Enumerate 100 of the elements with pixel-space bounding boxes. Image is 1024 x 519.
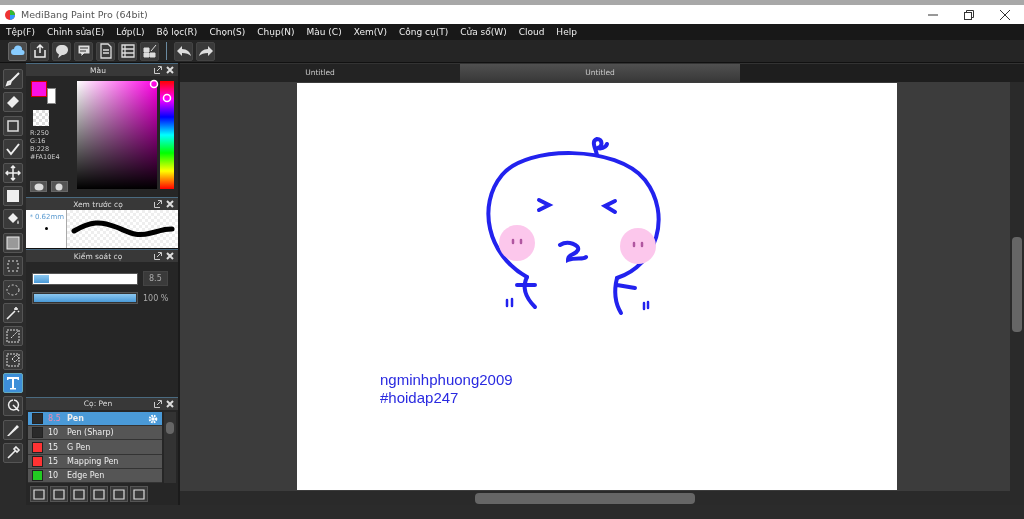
app-logo-icon <box>4 8 16 21</box>
brush-size: 10 <box>48 470 60 480</box>
restore-icon[interactable] <box>964 9 974 20</box>
scrollbar[interactable] <box>180 491 1024 505</box>
selpen-icon <box>5 328 21 345</box>
chat-icon <box>75 43 92 59</box>
redo-button[interactable] <box>196 41 215 61</box>
menu-item[interactable]: Help <box>556 27 583 37</box>
page-button[interactable] <box>96 41 115 61</box>
redo-icon <box>197 43 214 59</box>
menu-item[interactable]: Công cụ(T) <box>398 27 455 37</box>
wand-icon <box>5 304 21 321</box>
lasso-icon <box>5 281 21 298</box>
menu-item[interactable]: Cửa sổ(W) <box>460 27 513 37</box>
brush-icon <box>5 71 21 87</box>
comment-icon <box>53 43 70 59</box>
brush-tool[interactable] <box>3 69 23 89</box>
menu-item[interactable]: Màu (C) <box>306 27 348 37</box>
hue-spectrum[interactable] <box>160 81 174 190</box>
folder-button[interactable] <box>110 486 128 502</box>
dropper-tool[interactable] <box>3 443 23 464</box>
brush-size: 8.5 <box>48 414 62 424</box>
menu-item[interactable]: Chụp(N) <box>257 27 301 37</box>
brush-size: 15 <box>48 442 60 452</box>
opacity-value: 100 % <box>143 293 169 303</box>
text-icon <box>5 375 21 392</box>
color-field[interactable] <box>77 81 157 190</box>
lasso-tool[interactable] <box>3 279 23 300</box>
list-button[interactable] <box>118 41 137 61</box>
cloud-button[interactable] <box>8 41 27 61</box>
eraser-icon <box>5 94 21 111</box>
palette-button[interactable] <box>30 181 47 193</box>
list-icon <box>119 43 136 59</box>
selerase-icon <box>5 351 21 368</box>
share-button[interactable] <box>30 41 49 61</box>
rect-icon <box>5 117 21 134</box>
new-page-button[interactable] <box>50 486 68 502</box>
menu-item[interactable]: Xem(V) <box>353 27 393 37</box>
share-icon <box>31 43 48 59</box>
detach-icon[interactable] <box>154 399 162 408</box>
brush-name: Pen <box>67 414 85 424</box>
menu-item[interactable]: Cloud <box>518 27 551 37</box>
hue-cursor-icon[interactable] <box>162 93 172 104</box>
brush-name: Edge Pen <box>67 470 106 480</box>
scrollbar[interactable] <box>1010 82 1024 491</box>
brush-size: 15 <box>48 456 60 466</box>
secondary-color-swatch[interactable] <box>47 88 56 105</box>
page-icon <box>97 43 114 59</box>
dot-icon <box>44 227 48 231</box>
select-tool[interactable] <box>3 256 23 277</box>
color-picker-button[interactable] <box>51 181 68 193</box>
window-title: MediBang Paint Pro (64bit) <box>21 9 148 20</box>
selpen-tool[interactable] <box>3 326 23 347</box>
primary-color-swatch[interactable] <box>31 81 47 98</box>
brush-item[interactable]: 10 Pen (Sharp) <box>28 426 162 441</box>
brush-name: Pen (Sharp) <box>67 428 115 438</box>
wand-tool[interactable] <box>3 302 23 323</box>
selerase-tool[interactable] <box>3 349 23 370</box>
menu-item[interactable]: Chọn(S) <box>209 27 252 37</box>
settings-icon[interactable] <box>148 413 158 424</box>
color-cursor-icon <box>149 79 159 90</box>
document-button[interactable] <box>90 486 108 502</box>
gradient-icon <box>5 234 21 251</box>
text-tool[interactable] <box>3 373 23 394</box>
canvas-text: #hoidap247 <box>380 389 460 407</box>
polyline-tool[interactable] <box>3 139 23 160</box>
chat-button[interactable] <box>74 41 93 61</box>
rect-tool[interactable] <box>3 115 23 136</box>
move-tool[interactable] <box>3 162 23 183</box>
detach-icon[interactable] <box>154 252 162 261</box>
scrollbar[interactable] <box>164 412 176 483</box>
move-icon <box>5 164 21 181</box>
menu-item[interactable]: Tệp(F) <box>6 27 41 37</box>
bucket-tool[interactable] <box>3 209 23 230</box>
duplicate-button[interactable] <box>130 486 148 502</box>
knife-tool[interactable] <box>3 419 23 440</box>
brush-item[interactable]: 15 G Pen <box>28 440 162 455</box>
size-value[interactable]: 8.5 <box>143 271 168 287</box>
menu-item[interactable]: Bộ lọc(R) <box>156 27 204 37</box>
transparent-swatch[interactable] <box>33 110 49 127</box>
menu-item[interactable]: Chỉnh sửa(E) <box>46 27 111 37</box>
undo-button[interactable] <box>174 41 193 61</box>
comment-button[interactable] <box>52 41 71 61</box>
copy-dropdown-button[interactable] <box>70 486 88 502</box>
detach-icon[interactable] <box>154 66 162 75</box>
cloud-download-button[interactable] <box>30 486 48 502</box>
size-slider[interactable] <box>32 272 138 285</box>
brush-name: G Pen <box>67 442 92 452</box>
brush-size: 10 <box>48 428 60 438</box>
brush-name: Mapping Pen <box>67 456 120 466</box>
canvas[interactable]: ngminhphuong2009 #hoidap247 <box>297 83 897 490</box>
menu-item[interactable]: Lớp(L) <box>116 27 151 37</box>
polyline-icon <box>5 141 21 158</box>
gradient-tool[interactable] <box>3 232 23 253</box>
select-icon <box>5 258 21 275</box>
detach-icon[interactable] <box>154 200 162 209</box>
eraser-tool[interactable] <box>3 92 23 113</box>
fill-tool[interactable] <box>3 185 23 206</box>
canvas-text: ngminhphuong2009 <box>380 371 513 389</box>
close-icon[interactable] <box>1000 9 1010 20</box>
